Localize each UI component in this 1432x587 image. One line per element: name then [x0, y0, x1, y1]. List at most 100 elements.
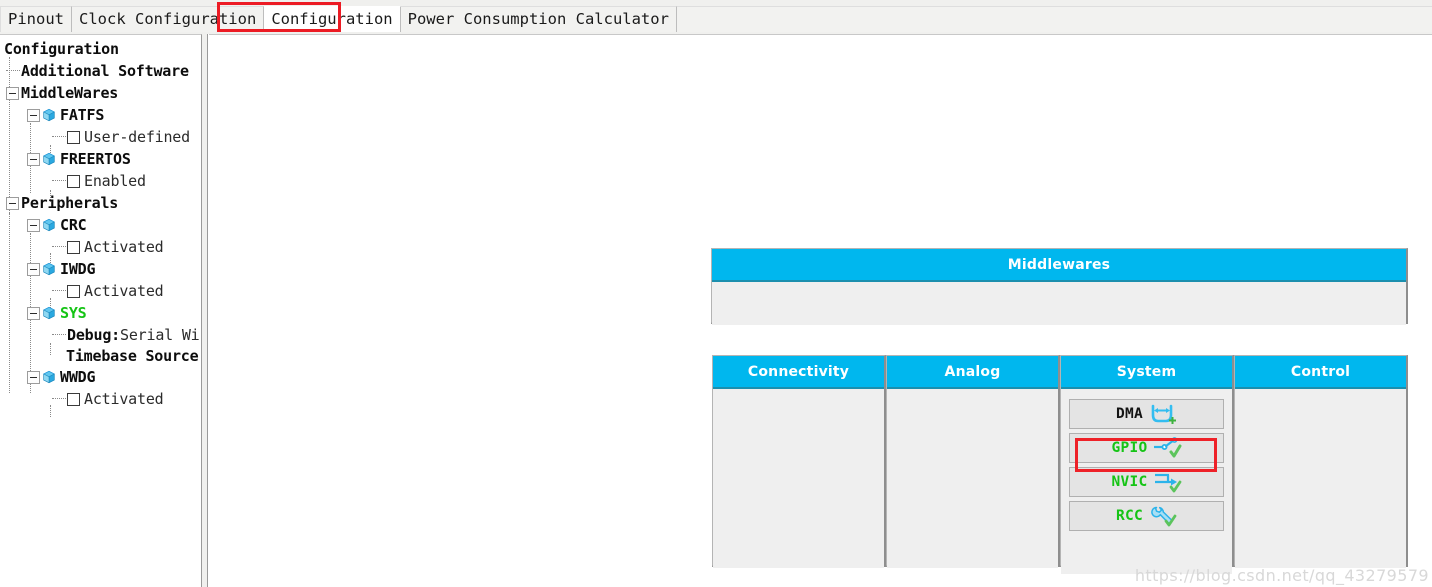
expander-collapse-icon[interactable]: [27, 108, 40, 122]
tree-item-user-defined[interactable]: User-defined: [2, 126, 201, 148]
expander-collapse-icon[interactable]: [6, 196, 19, 210]
group-middlewares-header: Middlewares: [712, 249, 1406, 282]
tree-item-middlewares-label: MiddleWares: [21, 84, 119, 102]
expander-collapse-icon[interactable]: [27, 306, 40, 320]
tab-pinout-label: Pinout: [8, 10, 64, 29]
tree-item-freertos-enabled[interactable]: Enabled: [2, 170, 201, 192]
ip-button-rcc[interactable]: RCC: [1069, 501, 1224, 531]
group-analog-header: Analog: [887, 356, 1058, 389]
ip-cube-icon: [42, 152, 56, 166]
tree-item-sys-debug[interactable]: Debug: Serial Wire: [2, 324, 201, 345]
tab-configuration[interactable]: Configuration: [264, 6, 401, 33]
group-connectivity: Connectivity: [712, 355, 886, 568]
tab-bar-filler: [570, 6, 1432, 34]
tree-item-wwdg-activated[interactable]: Activated: [2, 388, 201, 410]
group-analog-title: Analog: [944, 363, 1001, 380]
checkbox-iwdg-activated[interactable]: [67, 284, 80, 298]
expander-collapse-icon[interactable]: [27, 218, 40, 232]
group-analog: Analog: [886, 355, 1060, 568]
panel-splitter[interactable]: [202, 34, 208, 587]
ip-cube-icon: [42, 262, 56, 276]
group-system-title: System: [1116, 363, 1177, 380]
group-connectivity-title: Connectivity: [747, 363, 850, 380]
tree-item-iwdg-label: IWDG: [60, 260, 96, 278]
ip-button-gpio-label: GPIO: [1111, 440, 1148, 456]
nvic-icon: [1152, 471, 1182, 493]
wrench-shape: [1151, 506, 1173, 524]
tree-item-peripherals-label: Peripherals: [21, 194, 119, 212]
group-control: Control: [1234, 355, 1408, 568]
expander-collapse-icon[interactable]: [6, 86, 19, 100]
tree-connector-icon: [52, 246, 66, 248]
tree-item-configuration[interactable]: Configuration: [2, 38, 201, 60]
tree-item-iwdg-activated[interactable]: Activated: [2, 280, 201, 302]
ip-button-dma[interactable]: DMA: [1069, 399, 1224, 429]
ip-button-gpio[interactable]: GPIO: [1069, 433, 1224, 463]
tree-item-fatfs[interactable]: FATFS: [2, 104, 201, 126]
checkbox-crc-activated[interactable]: [67, 240, 80, 254]
expander-collapse-icon[interactable]: [27, 152, 40, 166]
configuration-tree-panel[interactable]: Configuration Additional Software Middle…: [0, 34, 202, 587]
expander-collapse-icon[interactable]: [27, 370, 40, 384]
tree-item-wwdg-activated-label: Activated: [84, 390, 164, 408]
tree-item-additional-software[interactable]: Additional Software: [2, 60, 201, 82]
expander-collapse-icon[interactable]: [27, 262, 40, 276]
tree-item-crc-activated-label: Activated: [84, 238, 164, 256]
tab-clock-configuration-label: Clock Configuration: [79, 10, 257, 29]
tree-item-crc-label: CRC: [60, 216, 87, 234]
tab-power-consumption-calculator-label: Power Consumption Calculator: [407, 10, 669, 29]
checkbox-user-defined[interactable]: [67, 130, 80, 144]
tree-item-sys-debug-key: Debug:: [67, 325, 120, 344]
dma-icon: [1147, 403, 1177, 425]
group-connectivity-body: [713, 389, 884, 568]
tab-power-consumption-calculator[interactable]: Power Consumption Calculator: [400, 6, 677, 33]
tree-item-freertos-label: FREERTOS: [60, 150, 131, 168]
group-middlewares-title: Middlewares: [1007, 256, 1111, 273]
ip-cube-icon: [42, 370, 56, 384]
tree-item-crc-activated[interactable]: Activated: [2, 236, 201, 258]
group-middlewares-body: [712, 282, 1406, 325]
group-system-body: DMA GPIO NVIC RCC: [1061, 389, 1232, 574]
tree-item-peripherals[interactable]: Peripherals: [2, 192, 201, 214]
ip-cube-icon: [42, 306, 56, 320]
checkbox-freertos-enabled[interactable]: [67, 174, 80, 188]
tab-pinout[interactable]: Pinout: [0, 6, 72, 33]
group-system: System DMA GPIO NVIC RCC: [1060, 355, 1234, 574]
configuration-canvas: Middlewares Connectivity Analog System D…: [209, 34, 1432, 587]
group-middlewares: Middlewares: [711, 248, 1408, 325]
rcc-icon: [1147, 505, 1177, 527]
tree-item-middlewares[interactable]: MiddleWares: [2, 82, 201, 104]
tree-connector-icon: [52, 180, 66, 182]
gpio-icon: [1152, 437, 1182, 459]
tree-item-sys-label: SYS: [60, 304, 87, 322]
tree-item-configuration-label: Configuration: [4, 40, 119, 58]
group-control-body: [1235, 389, 1406, 568]
tab-strip: Pinout Clock Configuration Configuration…: [0, 6, 677, 33]
configuration-tree: Configuration Additional Software Middle…: [0, 35, 201, 417]
tree-item-freertos[interactable]: FREERTOS: [2, 148, 201, 170]
tab-clock-configuration[interactable]: Clock Configuration: [72, 6, 265, 33]
tree-connector-icon: [52, 290, 66, 292]
tree-item-sys-debug-value: Serial Wire: [120, 325, 201, 344]
tree-item-iwdg[interactable]: IWDG: [2, 258, 201, 280]
ip-button-rcc-label: RCC: [1115, 508, 1144, 524]
group-system-header: System: [1061, 356, 1232, 389]
tree-item-fatfs-label: FATFS: [60, 106, 105, 124]
checkbox-wwdg-activated[interactable]: [67, 392, 80, 406]
ip-cube-icon: [42, 108, 56, 122]
tree-item-sys[interactable]: SYS: [2, 302, 201, 324]
tree-item-crc[interactable]: CRC: [2, 214, 201, 236]
group-control-header: Control: [1235, 356, 1406, 389]
ip-button-nvic-label: NVIC: [1111, 474, 1148, 490]
tree-item-sys-timebase[interactable]: Timebase Source: [2, 345, 201, 366]
tree-connector-icon: [52, 333, 66, 336]
tab-bar: Pinout Clock Configuration Configuration…: [0, 0, 1432, 34]
tree-connector-icon: [52, 136, 66, 138]
ip-button-nvic[interactable]: NVIC: [1069, 467, 1224, 497]
group-connectivity-header: Connectivity: [713, 356, 884, 389]
group-analog-body: [887, 389, 1058, 568]
tree-connector-icon: [52, 398, 66, 400]
tree-item-sys-timebase-label: Timebase Source: [66, 346, 199, 365]
tree-item-wwdg[interactable]: WWDG: [2, 366, 201, 388]
tree-item-iwdg-activated-label: Activated: [84, 282, 164, 300]
